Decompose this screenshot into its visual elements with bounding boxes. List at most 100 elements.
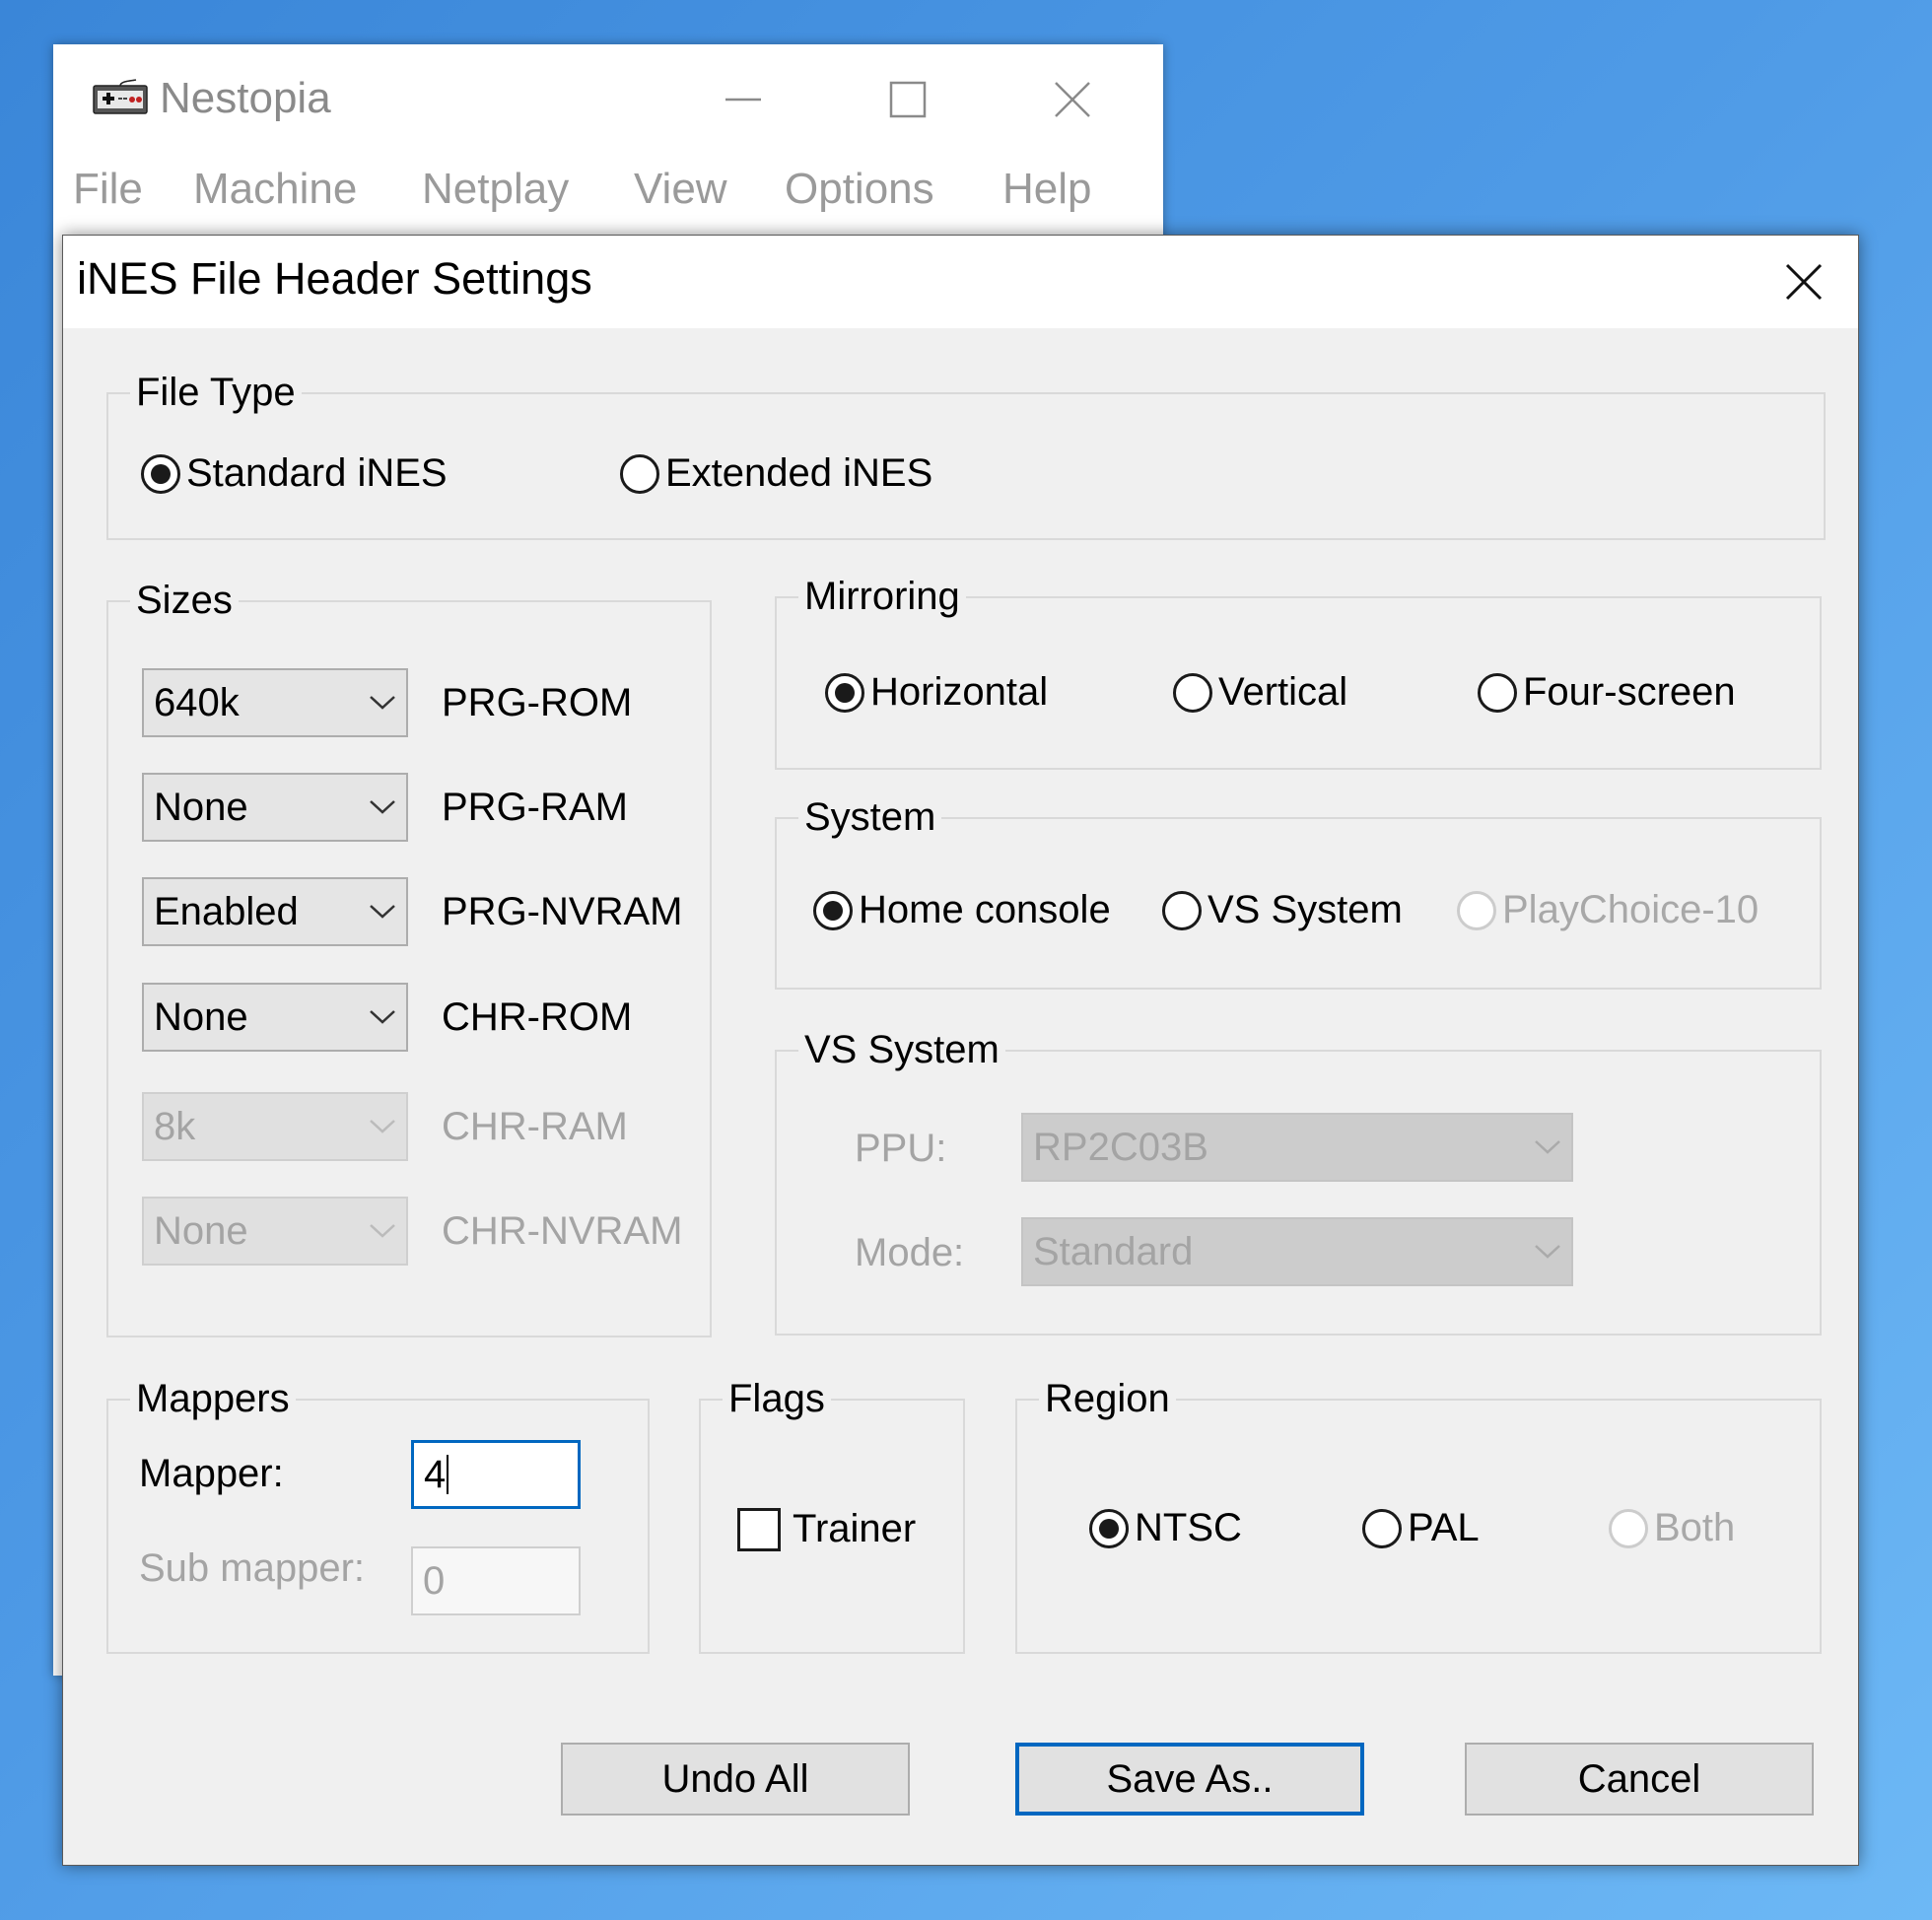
radio-circle: [1478, 672, 1517, 713]
sub-mapper-value: 0: [423, 1558, 446, 1603]
chr-ram-combo: 8k: [142, 1092, 408, 1161]
prg-ram-combo[interactable]: None: [142, 773, 408, 842]
prg-rom-combo[interactable]: 640k: [142, 668, 408, 737]
cancel-button[interactable]: Cancel: [1465, 1743, 1814, 1816]
chevron-down-icon: [359, 1119, 406, 1134]
menu-view[interactable]: View: [634, 165, 727, 214]
radio-label: PlayChoice-10: [1502, 888, 1760, 931]
ppu-combo: RP2C03B: [1021, 1113, 1573, 1182]
radio-label: VS System: [1208, 888, 1403, 931]
prg-nvram-combo[interactable]: Enabled: [142, 877, 408, 946]
main-titlebar[interactable]: Nestopia: [53, 44, 1163, 155]
combo-value: 640k: [154, 680, 240, 724]
mappers-label: Mappers: [130, 1375, 296, 1422]
mapper-input[interactable]: 4: [411, 1440, 581, 1509]
combo-value: Enabled: [154, 889, 299, 933]
radio-label: Both: [1654, 1506, 1736, 1549]
vs-system-label: VS System: [798, 1026, 1005, 1073]
maximize-icon: [889, 81, 927, 118]
radio-horizontal[interactable]: Horizontal: [825, 670, 1048, 715]
menu-netplay[interactable]: Netplay: [422, 165, 569, 214]
radio-label: PAL: [1408, 1506, 1480, 1549]
radio-circle: [813, 890, 853, 930]
sub-mapper-input: 0: [411, 1546, 581, 1615]
radio-label: Home console: [859, 888, 1111, 931]
chr-rom-label: CHR-ROM: [442, 995, 633, 1039]
mapper-label: Mapper:: [139, 1452, 284, 1495]
close-icon: [1055, 82, 1090, 117]
region-label: Region: [1039, 1375, 1176, 1422]
dialog-close-button[interactable]: [1750, 236, 1858, 328]
chevron-down-icon: [359, 695, 406, 711]
radio-label: Horizontal: [870, 670, 1049, 714]
radio-circle: [620, 453, 659, 494]
menu-machine[interactable]: Machine: [193, 165, 357, 214]
menu-file[interactable]: File: [73, 165, 143, 214]
file-type-label: File Type: [130, 369, 302, 416]
dialog-titlebar[interactable]: iNES File Header Settings: [63, 236, 1858, 328]
radio-extended-ines[interactable]: Extended iNES: [620, 451, 932, 496]
radio-standard-ines[interactable]: Standard iNES: [141, 451, 448, 496]
radio-pal[interactable]: PAL: [1362, 1506, 1480, 1550]
main-close-button[interactable]: [994, 44, 1151, 155]
radio-ntsc[interactable]: NTSC: [1089, 1506, 1242, 1550]
radio-label: Vertical: [1218, 670, 1348, 714]
mapper-value: 4: [424, 1452, 447, 1496]
save-as-button[interactable]: Save As..: [1015, 1743, 1364, 1816]
chr-rom-combo[interactable]: None: [142, 983, 408, 1052]
radio-label: Standard iNES: [186, 451, 448, 495]
radio-home-console[interactable]: Home console: [813, 888, 1111, 932]
radio-circle: [1089, 1508, 1129, 1548]
radio-circle: [825, 672, 864, 713]
radio-circle: [1173, 672, 1212, 713]
ppu-label: PPU:: [855, 1127, 947, 1170]
chevron-down-icon: [359, 904, 406, 920]
chr-ram-label: CHR-RAM: [442, 1105, 628, 1148]
menu-options[interactable]: Options: [785, 165, 934, 214]
sub-mapper-label: Sub mapper:: [139, 1546, 366, 1590]
radio-vs-system[interactable]: VS System: [1162, 888, 1403, 932]
mappers-group: Mappers: [106, 1375, 650, 1654]
nes-controller-icon: [93, 79, 148, 114]
minimize-icon: [725, 98, 761, 102]
chr-nvram-label: CHR-NVRAM: [442, 1209, 683, 1253]
trainer-checkbox[interactable]: Trainer: [737, 1507, 916, 1551]
radio-vertical[interactable]: Vertical: [1173, 670, 1347, 715]
ines-header-dialog: iNES File Header Settings File Type Stan…: [62, 235, 1859, 1866]
checkbox-label: Trainer: [793, 1507, 917, 1550]
radio-circle: [141, 453, 180, 494]
combo-value: None: [154, 785, 248, 829]
radio-circle: [1609, 1508, 1648, 1548]
chr-nvram-combo: None: [142, 1197, 408, 1266]
sizes-label: Sizes: [130, 577, 239, 624]
undo-all-button[interactable]: Undo All: [561, 1743, 910, 1816]
mode-label: Mode:: [855, 1231, 965, 1274]
chevron-down-icon: [1524, 1139, 1571, 1155]
menu-help[interactable]: Help: [1002, 165, 1092, 214]
chevron-down-icon: [359, 1009, 406, 1025]
text-caret: [447, 1455, 449, 1494]
close-icon: [1785, 263, 1823, 301]
chevron-down-icon: [359, 1223, 406, 1239]
radio-circle: [1362, 1508, 1402, 1548]
dialog-title: iNES File Header Settings: [77, 253, 592, 304]
radio-playchoice-10: PlayChoice-10: [1457, 888, 1759, 932]
radio-circle: [1457, 890, 1496, 930]
combo-value: None: [154, 994, 248, 1039]
radio-circle: [1162, 890, 1202, 930]
checkbox-box: [737, 1507, 781, 1551]
minimize-button[interactable]: [664, 44, 822, 155]
combo-value: None: [154, 1208, 248, 1253]
combo-value: RP2C03B: [1033, 1125, 1208, 1169]
radio-label: Extended iNES: [665, 451, 933, 495]
radio-label: NTSC: [1135, 1506, 1242, 1549]
main-window-title: Nestopia: [160, 74, 331, 122]
radio-both: Both: [1609, 1506, 1735, 1550]
radio-four-screen[interactable]: Four-screen: [1478, 670, 1736, 715]
maximize-button[interactable]: [829, 44, 987, 155]
radio-label: Four-screen: [1523, 670, 1736, 714]
prg-ram-label: PRG-RAM: [442, 786, 628, 829]
chevron-down-icon: [1524, 1244, 1571, 1260]
mode-combo: Standard: [1021, 1217, 1573, 1286]
mirroring-label: Mirroring: [798, 573, 966, 620]
